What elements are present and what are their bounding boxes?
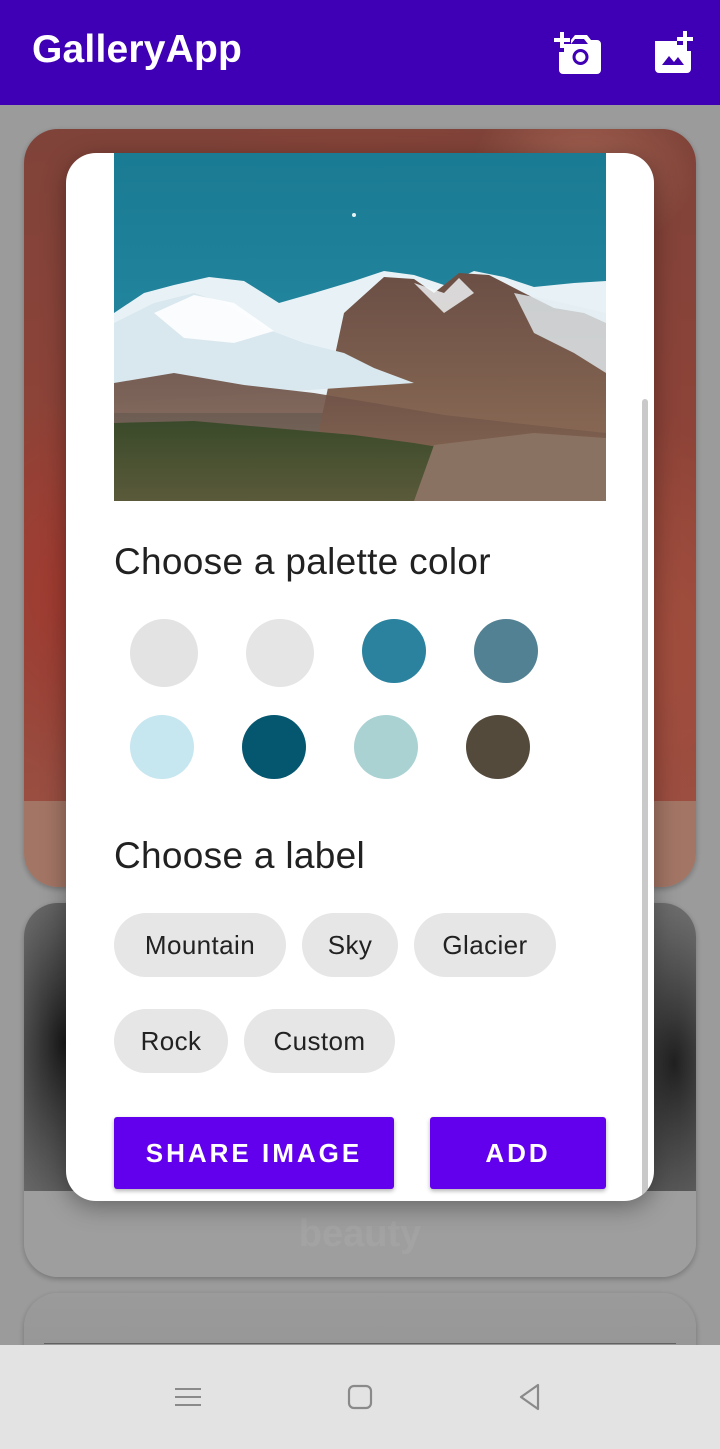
label-title: Choose a label — [114, 835, 366, 876]
label-chip-glacier[interactable]: Glacier — [414, 913, 556, 977]
label-chip-sky[interactable]: Sky — [302, 913, 398, 977]
palette-swatch[interactable] — [130, 715, 194, 779]
back-icon — [519, 1383, 540, 1411]
palette-swatch[interactable] — [354, 715, 418, 779]
label-chip-custom[interactable]: Custom — [244, 1009, 395, 1073]
palette-swatch[interactable] — [246, 619, 314, 687]
nav-menu-button[interactable] — [166, 1375, 210, 1419]
add-photo-button[interactable] — [648, 28, 700, 76]
mountain-photo — [114, 153, 606, 501]
add-button[interactable]: ADD — [430, 1117, 606, 1189]
palette-swatch[interactable] — [466, 715, 530, 779]
label-chip-rock[interactable]: Rock — [114, 1009, 228, 1073]
nav-home-button[interactable] — [338, 1375, 382, 1419]
add-camera-icon — [554, 32, 601, 74]
dialog-preview-image — [114, 153, 606, 501]
label-chip-mountain[interactable]: Mountain — [114, 913, 286, 977]
palette-title: Choose a palette color — [114, 541, 491, 582]
system-nav-bar — [0, 1345, 720, 1449]
palette-swatch[interactable] — [242, 715, 306, 779]
image-details-dialog: Choose a palette color Choose a label Mo… — [66, 153, 654, 1201]
home-icon — [347, 1384, 373, 1410]
dialog-scrollbar[interactable] — [642, 399, 648, 1201]
palette-swatch[interactable] — [130, 619, 198, 687]
add-camera-button[interactable] — [550, 28, 602, 76]
app-title: GalleryApp — [32, 28, 243, 71]
menu-icon — [175, 1388, 201, 1406]
nav-back-button[interactable] — [508, 1375, 552, 1419]
palette-swatch[interactable] — [362, 619, 426, 683]
app-bar: GalleryApp — [0, 0, 720, 105]
add-photo-icon — [655, 31, 693, 73]
share-image-button[interactable]: SHARE IMAGE — [114, 1117, 394, 1189]
palette-swatch[interactable] — [474, 619, 538, 683]
